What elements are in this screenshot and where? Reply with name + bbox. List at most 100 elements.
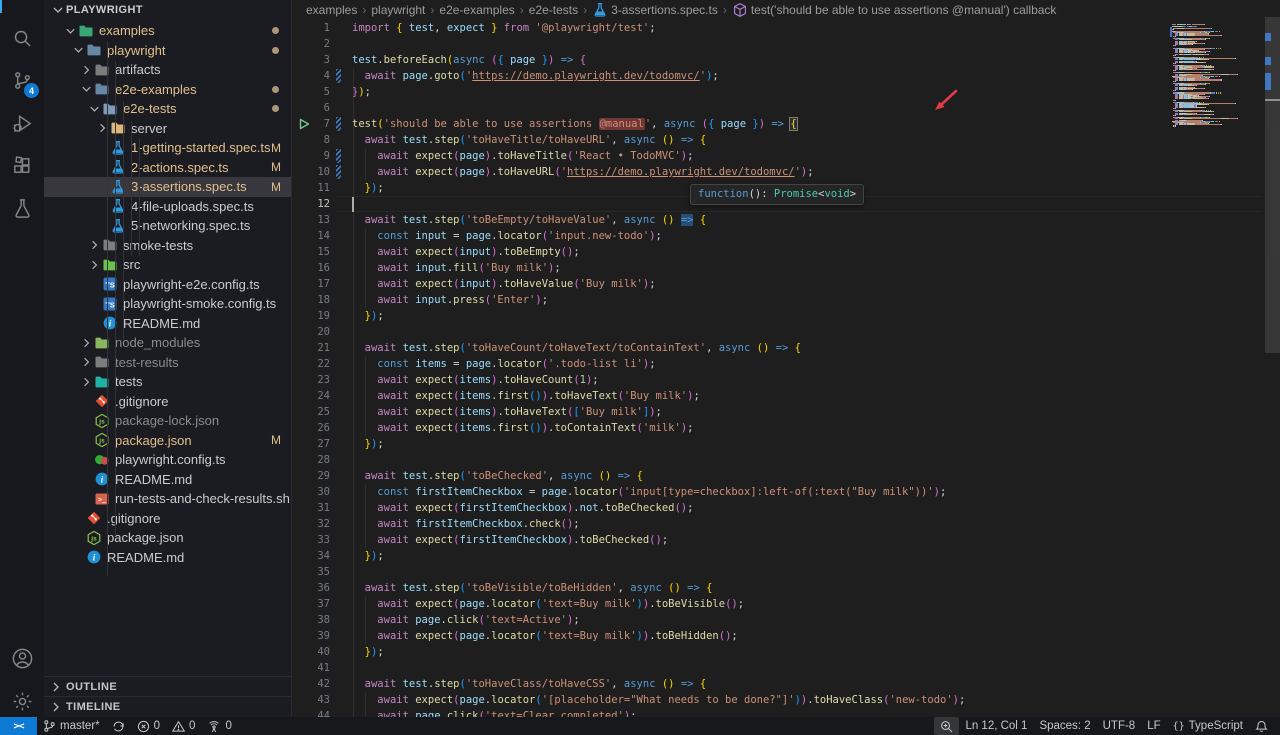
chevron-right-icon[interactable] — [79, 354, 94, 370]
code-line-7[interactable]: 7test('should be able to use assertions … — [292, 116, 1262, 132]
code-line-33[interactable]: 33 await expect(firstItemCheckbox).toBeC… — [292, 532, 1262, 548]
status-indentation[interactable]: Spaces: 2 — [1033, 717, 1096, 735]
tree-item-4-file-uploads-spec-ts[interactable]: 4-file-uploads.spec.ts — [44, 197, 291, 217]
tree-item-smoke-tests[interactable]: smoke-tests — [44, 236, 291, 256]
code-line-29[interactable]: 29 await test.step('toBeChecked', async … — [292, 468, 1262, 484]
chevron-right-icon[interactable] — [79, 62, 94, 78]
tree-item-playwright-config-ts[interactable]: playwright.config.ts — [44, 450, 291, 470]
code-line-17[interactable]: 17 await expect(input).toHaveValue('Buy … — [292, 276, 1262, 292]
breadcrumb-item[interactable]: e2e-examples — [439, 3, 514, 17]
breadcrumb-item[interactable]: test('should be able to use assertions @… — [732, 2, 1057, 18]
chevron-right-icon[interactable] — [87, 237, 102, 253]
chevron-down-icon[interactable] — [50, 2, 66, 18]
code-line-34[interactable]: 34 }); — [292, 548, 1262, 564]
status-encoding[interactable]: UTF-8 — [1097, 717, 1142, 735]
status-notifications[interactable] — [1249, 717, 1274, 735]
code-line-41[interactable]: 41 — [292, 660, 1262, 676]
chevron-right-icon[interactable] — [79, 335, 94, 351]
testing-icon[interactable] — [0, 188, 44, 228]
chevron-down-icon[interactable] — [79, 81, 94, 97]
tree-item-server[interactable]: server — [44, 119, 291, 139]
code-line-31[interactable]: 31 await expect(firstItemCheckbox).not.t… — [292, 500, 1262, 516]
code-line-26[interactable]: 26 await expect(items.first()).toContain… — [292, 420, 1262, 436]
tree-item-test-results[interactable]: test-results — [44, 353, 291, 373]
tree-item-e2e-examples[interactable]: e2e-examples — [44, 80, 291, 100]
tree-item-src[interactable]: src — [44, 255, 291, 275]
code-line-27[interactable]: 27 }); — [292, 436, 1262, 452]
tree-item--gitignore[interactable]: .gitignore — [44, 392, 291, 412]
code-line-30[interactable]: 30 const firstItemCheckbox = page.locato… — [292, 484, 1262, 500]
editor-pane[interactable]: examples›playwright›e2e-examples›e2e-tes… — [292, 0, 1280, 717]
scrollbar[interactable] — [1262, 0, 1280, 717]
tree-item-examples[interactable]: examples — [44, 21, 291, 41]
tree-item-readme-md[interactable]: iREADME.md — [44, 314, 291, 334]
status-zoom-indicator[interactable] — [934, 717, 959, 735]
tree-item-3-assertions-spec-ts[interactable]: 3-assertions.spec.tsM — [44, 177, 291, 197]
code-line-37[interactable]: 37 await expect(page.locator('text=Buy m… — [292, 596, 1262, 612]
timeline-panel-header[interactable]: TIMELINE — [44, 696, 291, 717]
source-control-icon[interactable]: 4 — [0, 60, 44, 100]
status-ports[interactable]: 0 — [201, 717, 237, 735]
tree-item-2-actions-spec-ts[interactable]: 2-actions.spec.tsM — [44, 158, 291, 178]
code-line-44[interactable]: 44 await page.click('text=Clear complete… — [292, 708, 1262, 717]
chevron-right-icon[interactable] — [79, 374, 94, 390]
code-line-42[interactable]: 42 await test.step('toHaveClass/toHaveCS… — [292, 676, 1262, 692]
code-line-8[interactable]: 8 await test.step('toHaveTitle/toHaveURL… — [292, 132, 1262, 148]
tree-item-e2e-tests[interactable]: e2e-tests — [44, 99, 291, 119]
code-line-38[interactable]: 38 await page.click('text=Active'); — [292, 612, 1262, 628]
tree-item-node-modules[interactable]: node_modules — [44, 333, 291, 353]
code-line-14[interactable]: 14 const input = page.locator('input.new… — [292, 228, 1262, 244]
status-warnings[interactable]: 0 — [166, 717, 201, 735]
run-debug-icon[interactable] — [0, 103, 44, 143]
code-line-21[interactable]: 21 await test.step('toHaveCount/toHaveTe… — [292, 340, 1262, 356]
code-line-1[interactable]: 1import { test, expect } from '@playwrig… — [292, 20, 1262, 36]
code-line-23[interactable]: 23 await expect(items).toHaveCount(1); — [292, 372, 1262, 388]
tree-item-1-getting-started-spec-ts[interactable]: 1-getting-started.spec.tsM — [44, 138, 291, 158]
status-sync[interactable] — [106, 717, 131, 735]
outline-panel-header[interactable]: OUTLINE — [44, 676, 291, 697]
code-line-32[interactable]: 32 await firstItemCheckbox.check(); — [292, 516, 1262, 532]
tree-item-readme-md[interactable]: iREADME.md — [44, 548, 291, 568]
status-errors[interactable]: 0 — [131, 717, 166, 735]
code-line-10[interactable]: 10 await expect(page).toHaveURL('https:/… — [292, 164, 1262, 180]
code-line-19[interactable]: 19 }); — [292, 308, 1262, 324]
code-line-40[interactable]: 40 }); — [292, 644, 1262, 660]
status-language-mode[interactable]: {}TypeScript — [1167, 717, 1249, 735]
code-line-16[interactable]: 16 await input.fill('Buy milk'); — [292, 260, 1262, 276]
tree-item-playwright-smoke-config-ts[interactable]: TSplaywright-smoke.config.ts — [44, 294, 291, 314]
breadcrumb-item[interactable]: examples — [306, 3, 357, 17]
status-git-branch[interactable]: master* — [37, 717, 106, 735]
code-line-18[interactable]: 18 await input.press('Enter'); — [292, 292, 1262, 308]
minimap[interactable] — [1170, 20, 1262, 717]
chevron-right-icon[interactable] — [87, 257, 102, 273]
extensions-icon[interactable] — [0, 145, 44, 185]
code-line-15[interactable]: 15 await expect(input).toBeEmpty(); — [292, 244, 1262, 260]
scrollbar-slider[interactable] — [1265, 17, 1280, 353]
tree-item-run-tests-and-check-results-sh[interactable]: >_run-tests-and-check-results.sh — [44, 489, 291, 509]
tree-item-package-json[interactable]: jspackage.jsonM — [44, 431, 291, 451]
code-line-13[interactable]: 13 await test.step('toBeEmpty/toHaveValu… — [292, 212, 1262, 228]
code-line-35[interactable]: 35 — [292, 564, 1262, 580]
code-line-3[interactable]: 3test.beforeEach(async ({ page }) => { — [292, 52, 1262, 68]
code-line-5[interactable]: 5}); — [292, 84, 1262, 100]
settings-icon[interactable] — [0, 681, 44, 721]
tree-item-5-networking-spec-ts[interactable]: 5-networking.spec.ts — [44, 216, 291, 236]
tree-item-playwright[interactable]: playwright — [44, 41, 291, 61]
tree-item--gitignore[interactable]: .gitignore — [44, 509, 291, 529]
tree-item-artifacts[interactable]: artifacts — [44, 60, 291, 80]
remote-indicator[interactable]: >< — [0, 717, 37, 735]
code-line-43[interactable]: 43 await expect(page.locator('[placehold… — [292, 692, 1262, 708]
tree-item-package-lock-json[interactable]: jspackage-lock.json — [44, 411, 291, 431]
code-line-24[interactable]: 24 await expect(items.first()).toHaveTex… — [292, 388, 1262, 404]
chevron-down-icon[interactable] — [63, 23, 78, 39]
account-icon[interactable] — [0, 638, 44, 678]
explorer-section-header[interactable]: PLAYWRIGHT — [44, 0, 291, 20]
tree-item-package-json[interactable]: jspackage.json — [44, 528, 291, 548]
search-icon[interactable] — [0, 18, 44, 58]
code-line-39[interactable]: 39 await expect(page.locator('text=Buy m… — [292, 628, 1262, 644]
code-line-25[interactable]: 25 await expect(items).toHaveText(['Buy … — [292, 404, 1262, 420]
code-area[interactable]: 1import { test, expect } from '@playwrig… — [292, 20, 1262, 717]
code-line-28[interactable]: 28 — [292, 452, 1262, 468]
code-line-36[interactable]: 36 await test.step('toBeVisible/toBeHidd… — [292, 580, 1262, 596]
chevron-down-icon[interactable] — [71, 42, 86, 58]
